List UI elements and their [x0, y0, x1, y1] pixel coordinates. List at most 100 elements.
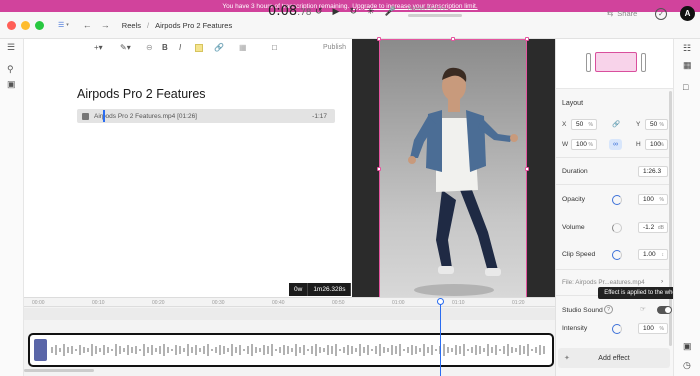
publish-button[interactable]: Publish: [323, 44, 346, 51]
clip-speed-dial-icon[interactable]: [612, 250, 622, 260]
clip-speed-label: Clip Speed: [562, 251, 596, 258]
opacity-dial-icon[interactable]: [612, 195, 622, 205]
mini-track[interactable]: Airpods Pro 2 Fe...: [408, 6, 462, 20]
breadcrumb-project[interactable]: Airpods Pro 2 Features: [155, 21, 232, 30]
zoom-window-button[interactable]: [35, 20, 44, 30]
timeline[interactable]: 00:00 00:10 00:20 00:30 00:40 00:50 01:0…: [24, 297, 555, 376]
comments-icon[interactable]: □: [683, 82, 688, 92]
highlight-icon[interactable]: [195, 44, 203, 54]
resize-handle-mr[interactable]: [525, 167, 529, 171]
layers-icon[interactable]: ▦: [683, 60, 692, 71]
strikethrough-icon[interactable]: ⊖: [146, 43, 153, 52]
media-clip-row[interactable]: Airpods Pro 2 Features.mp4 [01:26] -1:17: [77, 109, 335, 123]
status-check-icon[interactable]: ✓: [655, 8, 667, 20]
screen-icon[interactable]: ▣: [683, 341, 692, 352]
intensity-label: Intensity: [562, 325, 588, 332]
link-icon[interactable]: 🔗: [214, 43, 224, 52]
playhead-handle[interactable]: [437, 298, 444, 305]
intensity-input[interactable]: 100%: [638, 323, 668, 334]
notifications-icon[interactable]: ◷: [683, 360, 691, 371]
comment-icon[interactable]: □: [272, 43, 277, 52]
file-label[interactable]: File: Airpods Pr...eatures.mp4: [562, 279, 645, 286]
transport-controls: ↺ ▶ ↻ ✳ 🎤: [315, 6, 396, 17]
breadcrumb: Reels / Airpods Pro 2 Features: [122, 21, 232, 30]
cursor-pointer-icon: ☞: [640, 306, 646, 313]
mini-track-bar: [408, 14, 462, 17]
properties-panel: Layout X 50% 🔗 Y 50% W 100% ∞ H 100% Dur…: [555, 39, 674, 376]
video-frame[interactable]: [379, 39, 527, 299]
layout-section-title: Layout: [562, 100, 584, 107]
right-rail: ☷ ▦ □ ▣ ◷: [673, 39, 700, 376]
close-window-button[interactable]: [7, 20, 16, 30]
share-button[interactable]: ⇆ Share: [607, 9, 637, 18]
duration-input[interactable]: 1:26.3: [638, 166, 668, 177]
chevron-down-icon: ▾: [66, 22, 69, 28]
forward-arrow-icon[interactable]: →: [101, 20, 110, 30]
app-menu-button[interactable]: ☰ ▾: [58, 21, 69, 29]
left-rail: ☰ ⚲ ▣: [0, 39, 24, 376]
library-icon[interactable]: ▣: [7, 79, 16, 90]
minimize-window-button[interactable]: [21, 20, 30, 30]
add-effect-label: Add effect: [598, 354, 630, 362]
menu-icon[interactable]: ☰: [7, 42, 15, 53]
y-input[interactable]: 50%: [645, 119, 668, 130]
clip-speed-input[interactable]: 1.00 ↕: [638, 249, 668, 260]
resize-handle-tc[interactable]: [451, 37, 455, 41]
layout-preview: [556, 39, 674, 89]
chevron-right-icon[interactable]: ›: [661, 278, 663, 285]
studio-sound-label: Studio Sound: [562, 307, 603, 314]
time-total: 1m26.328s: [308, 283, 352, 296]
grid-icon[interactable]: ▦: [239, 43, 247, 52]
insert-plus-icon[interactable]: +▾: [94, 43, 103, 52]
clip-remaining-time: -1:17: [312, 112, 327, 120]
rewind-icon[interactable]: ↺: [315, 6, 323, 17]
caption-track[interactable]: [24, 308, 555, 320]
resize-handle-ml[interactable]: [377, 167, 381, 171]
ruler-tick: 00:30: [212, 300, 225, 306]
x-input[interactable]: 50%: [571, 119, 597, 130]
studio-sound-toggle[interactable]: [657, 306, 672, 314]
duration-label: Duration: [562, 168, 588, 175]
pen-tool-icon[interactable]: ✎▾: [120, 43, 131, 52]
layout-option-selected[interactable]: [595, 52, 637, 72]
playhead[interactable]: [440, 299, 441, 376]
timeline-clip[interactable]: [28, 333, 554, 367]
share-icon: ⇆: [607, 9, 614, 18]
timeline-scrollbar[interactable]: [24, 369, 94, 372]
search-icon[interactable]: ⚲: [7, 64, 14, 75]
bold-icon[interactable]: B: [162, 43, 168, 52]
share-label: Share: [617, 9, 638, 18]
h-input[interactable]: 100%: [645, 139, 668, 150]
avatar[interactable]: A: [680, 6, 695, 21]
layout-option-left[interactable]: [586, 53, 591, 72]
help-icon[interactable]: ?: [604, 305, 613, 314]
volume-dial-icon[interactable]: [612, 223, 622, 233]
divider: [556, 184, 669, 185]
add-effect-button[interactable]: ✦ Add effect: [558, 348, 670, 368]
microphone-icon[interactable]: 🎤: [385, 6, 396, 17]
timecode-main: 0:08: [268, 4, 298, 19]
resize-handle-tl[interactable]: [377, 37, 381, 41]
layout-option-right[interactable]: [641, 53, 646, 72]
link-xy-icon[interactable]: 🔗: [612, 120, 620, 128]
effects-icon[interactable]: ✳: [367, 6, 375, 17]
ruler-tick: 01:00: [392, 300, 405, 306]
back-arrow-icon[interactable]: ←: [83, 20, 92, 30]
opacity-input[interactable]: 100%: [638, 194, 668, 205]
play-icon[interactable]: ▶: [333, 6, 340, 17]
w-input[interactable]: 100%: [571, 139, 597, 150]
breadcrumb-reels[interactable]: Reels: [122, 21, 141, 30]
resize-handle-tr[interactable]: [525, 37, 529, 41]
audio-waveform: [51, 344, 545, 356]
properties-icon[interactable]: ☷: [683, 43, 691, 54]
timeline-ruler[interactable]: 00:00 00:10 00:20 00:30 00:40 00:50 01:0…: [24, 298, 555, 307]
link-wh-icon[interactable]: ∞: [609, 139, 622, 150]
ruler-tick: 00:10: [92, 300, 105, 306]
intensity-dial-icon[interactable]: [612, 324, 622, 334]
opacity-label: Opacity: [562, 196, 586, 203]
italic-icon[interactable]: I: [179, 43, 181, 52]
document-title[interactable]: Airpods Pro 2 Features: [77, 87, 206, 101]
divider: [556, 269, 669, 270]
volume-input[interactable]: -1.2 dB: [638, 222, 668, 233]
forward-icon[interactable]: ↻: [349, 6, 357, 17]
